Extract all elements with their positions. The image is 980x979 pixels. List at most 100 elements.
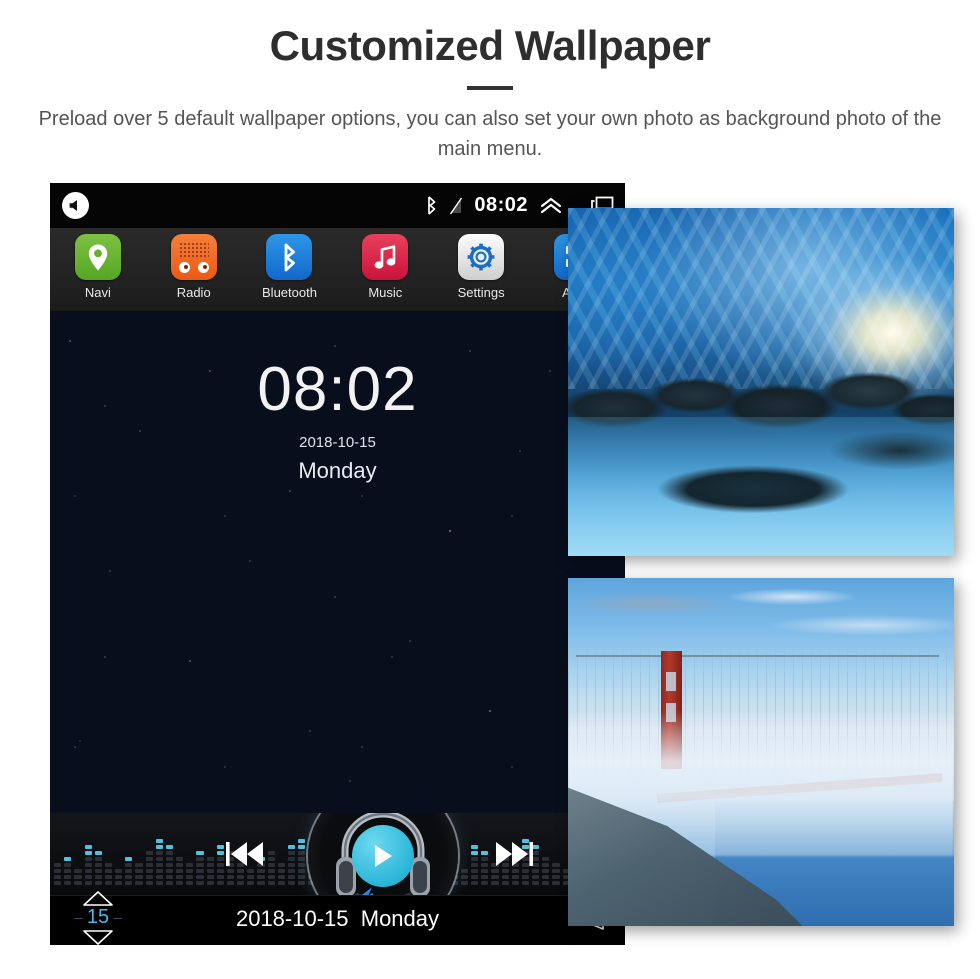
equalizer-segment	[267, 857, 275, 861]
equalizer-segment	[104, 869, 113, 873]
equalizer-segment	[298, 869, 306, 873]
equalizer-segment	[196, 869, 204, 873]
equalizer-segment	[64, 857, 72, 861]
equalizer-segment	[277, 869, 285, 873]
equalizer-column	[298, 839, 306, 885]
header: Customized Wallpaper Preload over 5 defa…	[0, 0, 980, 183]
equalizer-column	[135, 863, 143, 885]
equalizer-segment	[216, 869, 224, 873]
equalizer-column	[54, 863, 62, 885]
double-chevron-up-icon[interactable]	[539, 196, 563, 215]
equalizer-column	[155, 839, 163, 885]
music-note-icon	[362, 234, 409, 280]
previous-track-button[interactable]	[226, 839, 264, 874]
ice-cave-stream	[568, 416, 954, 556]
equalizer-segment	[84, 857, 92, 861]
equalizer-segment	[521, 875, 530, 879]
equalizer-segment	[216, 845, 224, 849]
clock-widget-time: 08:02	[257, 355, 418, 424]
music-player-bar	[50, 813, 625, 895]
equalizer-segment	[176, 863, 184, 867]
speaker-glyph	[69, 200, 77, 211]
equalizer-column	[267, 851, 275, 885]
equalizer-segment	[532, 857, 540, 861]
equalizer-segment	[542, 869, 550, 873]
equalizer-segment	[94, 857, 102, 861]
wallpaper-thumbnail-golden-gate[interactable]	[568, 578, 954, 926]
app-label: Radio	[176, 285, 211, 300]
equalizer-segment	[84, 869, 92, 873]
radio-knob-right	[197, 262, 209, 273]
next-track-button[interactable]	[495, 839, 533, 874]
equalizer-segment	[84, 881, 92, 885]
equalizer-segment	[481, 875, 489, 879]
clock-widget-weekday: Monday	[298, 458, 377, 483]
equalizer-segment	[145, 881, 153, 885]
app-label: Bluetooth	[262, 285, 317, 300]
equalizer-segment	[552, 869, 560, 873]
wallpaper-area[interactable]: 08:02 2018-10-15 Monday	[50, 311, 625, 813]
equalizer-segment	[155, 839, 163, 843]
equalizer-segment	[165, 881, 174, 885]
equalizer-segment	[104, 875, 113, 879]
equalizer-segment	[216, 857, 224, 861]
equalizer-column	[552, 863, 560, 885]
equalizer-segment	[298, 881, 306, 885]
equalizer-segment	[206, 875, 214, 879]
equalizer-segment	[471, 881, 479, 885]
car-head-unit-screen: 08:02 Navi Radio Bluetooth Music Setting…	[50, 183, 625, 945]
equalizer-segment	[84, 863, 92, 867]
equalizer-segment	[287, 851, 296, 855]
equalizer-segment	[267, 875, 275, 879]
app-bluetooth[interactable]: Bluetooth	[242, 228, 338, 311]
gear-icon	[458, 234, 505, 280]
app-label: Navi	[84, 285, 111, 300]
app-music[interactable]: Music	[337, 228, 433, 311]
album-art-disc	[308, 813, 458, 895]
equalizer-segment	[542, 857, 550, 861]
equalizer-segment	[104, 881, 113, 885]
equalizer-segment	[196, 875, 204, 879]
equalizer-column	[186, 863, 194, 885]
equalizer-segment	[287, 863, 296, 867]
equalizer-segment	[471, 851, 479, 855]
equalizer-segment	[145, 863, 153, 867]
play-button[interactable]	[352, 825, 414, 887]
equalizer-segment	[267, 881, 275, 885]
equalizer-segment	[155, 869, 163, 873]
equalizer-column	[532, 845, 540, 885]
equalizer-segment	[287, 875, 296, 879]
equalizer-segment	[216, 851, 224, 855]
equalizer-column	[74, 869, 82, 885]
radio-knob-left	[178, 262, 190, 273]
equalizer-column	[287, 845, 296, 885]
app-radio[interactable]: Radio	[146, 228, 242, 311]
app-navi[interactable]: Navi	[50, 228, 146, 311]
equalizer-segment	[186, 869, 194, 873]
equalizer-segment	[165, 851, 174, 855]
equalizer-segment	[216, 863, 224, 867]
equalizer-segment	[226, 881, 235, 885]
equalizer-segment	[125, 875, 133, 879]
equalizer-column	[542, 857, 550, 885]
equalizer-column	[104, 863, 113, 885]
equalizer-column	[471, 845, 479, 885]
equalizer-segment	[64, 869, 72, 873]
equalizer-segment	[532, 845, 540, 849]
app-settings[interactable]: Settings	[433, 228, 529, 311]
ice-cave-photo	[568, 208, 954, 556]
equalizer-segment	[532, 869, 540, 873]
equalizer-segment	[267, 863, 275, 867]
wallpaper-thumbnail-ice-cave[interactable]	[568, 208, 954, 556]
equalizer-segment	[481, 863, 489, 867]
equalizer-segment	[196, 857, 204, 861]
bottom-bar: 15 2018-10-15 Monday	[50, 891, 625, 945]
equalizer-segment	[287, 881, 296, 885]
equalizer-segment	[481, 869, 489, 873]
page-title: Customized Wallpaper	[269, 22, 711, 69]
equalizer-segment	[532, 881, 540, 885]
equalizer-segment	[216, 875, 224, 879]
speaker-mute-icon[interactable]	[62, 192, 89, 219]
equalizer-segment	[196, 863, 204, 867]
triangle-up-icon[interactable]	[82, 890, 114, 907]
